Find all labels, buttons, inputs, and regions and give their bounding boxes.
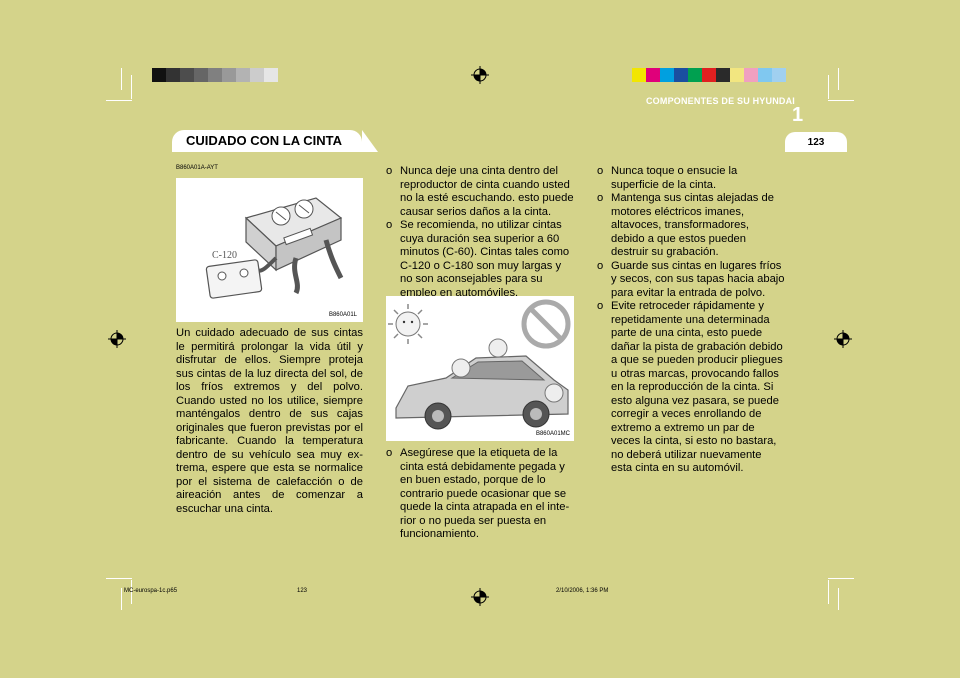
cassette-illustration: C-120 B860A01L [176, 178, 363, 322]
car-sun-icon [388, 299, 571, 430]
gray-swatch [180, 68, 194, 82]
crop-mark [838, 68, 839, 90]
crop-mark [828, 578, 854, 579]
registration-target-icon [108, 330, 126, 348]
registration-target-icon [834, 330, 852, 348]
crop-mark [828, 580, 829, 604]
gray-swatch [222, 68, 236, 82]
gray-swatch [250, 68, 264, 82]
section-title-text: CUIDADO CON LA CINTA [186, 133, 342, 148]
gray-swatch [152, 68, 166, 82]
color-calibration-bar [632, 68, 786, 82]
crop-mark [106, 100, 132, 101]
cassette-label: C-120 [212, 250, 237, 261]
gray-swatch [194, 68, 208, 82]
figure-code: B860A01MC [535, 431, 570, 437]
crop-mark [828, 100, 854, 101]
cassette-icon: C-120 [205, 197, 344, 299]
list-item: o Nunca deje una cinta dentro del reprodu… [386, 165, 574, 218]
crop-mark [121, 588, 122, 610]
gray-swatch [208, 68, 222, 82]
list-item: o Evite retroceder rápidamente y repetida… [597, 300, 783, 474]
color-swatch [758, 68, 772, 82]
grayscale-calibration-bar [152, 68, 278, 82]
registration-target-icon [471, 588, 489, 606]
footer-page: 123 [297, 588, 308, 594]
color-swatch [646, 68, 660, 82]
chapter-title: COMPONENTES DE SU HYUNDAI [645, 96, 795, 106]
crop-mark [131, 75, 132, 99]
crop-mark [838, 588, 839, 610]
section-code: B860A01A-AYT [176, 165, 218, 171]
color-swatch [716, 68, 730, 82]
color-swatch [730, 68, 744, 82]
car-sun-illustration: B860A01MC [386, 296, 574, 441]
list-item: o Nunca toque o ensucie la superficie de … [597, 165, 738, 191]
color-swatch [772, 68, 786, 82]
footer-date: 2/10/2006, 1:36 PM [556, 588, 609, 594]
color-swatch [702, 68, 716, 82]
crop-mark [828, 75, 829, 99]
gray-swatch [236, 68, 250, 82]
footer-file: MC-eurospa-1c.p65 [124, 588, 178, 594]
color-swatch [744, 68, 758, 82]
chapter-number: 1 [792, 104, 804, 126]
list-item: o Se recomienda, no utilizar cintas cuya … [386, 219, 570, 299]
tape-care-list-top: o Nunca deje una cinta dentro del reprodu… [386, 165, 574, 300]
gray-swatch [264, 68, 278, 82]
list-item: o Guarde sus cintas en lugares fríos y se… [597, 259, 785, 299]
section-title: CUIDADO CON LA CINTA [172, 130, 378, 152]
page-number-tab: 123 [785, 132, 847, 152]
gray-swatch [166, 68, 180, 82]
crop-mark [121, 68, 122, 90]
list-item: o Mantenga sus cintas alejadas de motores… [597, 192, 774, 258]
color-swatch [632, 68, 646, 82]
tape-care-list-bottom: o Asegúrese que la etiqueta de la cinta e… [386, 447, 574, 542]
crop-mark [106, 578, 132, 579]
list-item: o Asegúrese que la etiqueta de la cinta e… [386, 447, 570, 540]
registration-target-icon [471, 66, 489, 84]
color-swatch [674, 68, 688, 82]
color-swatch [660, 68, 674, 82]
color-swatch [688, 68, 702, 82]
tape-care-list-right: o Nunca toque o ensucie la superficie de … [597, 165, 785, 476]
figure-code: B860A01L [328, 312, 357, 318]
paragraph: Un cuidado adecuado de sus cintas le per… [176, 327, 363, 515]
